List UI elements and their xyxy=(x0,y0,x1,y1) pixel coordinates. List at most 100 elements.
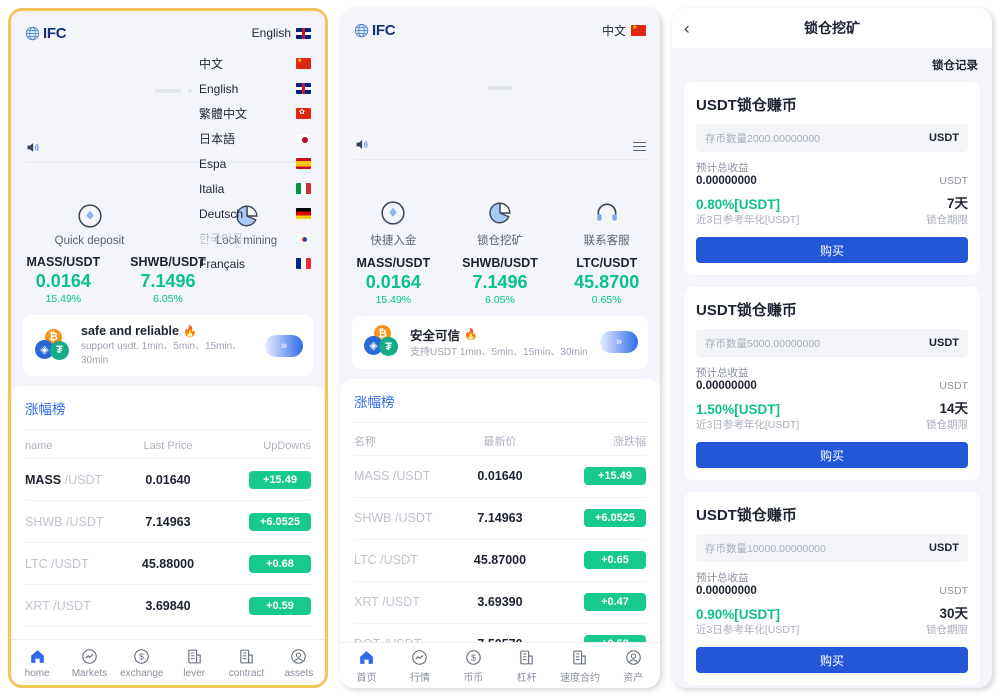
coin-cluster-icon: ₿ ◈ ₮ xyxy=(362,325,402,359)
buy-button[interactable]: 购买 xyxy=(696,442,968,468)
ticker-item[interactable]: SHWB/USDT 7.1496 6.05% xyxy=(447,256,554,306)
quick-action-deposit[interactable]: 快捷入金 xyxy=(340,198,447,248)
bottom-navigation: home Markets $ exchange lever contract a… xyxy=(11,639,325,685)
table-row[interactable]: MASS /USDT 0.01640 +15.49 xyxy=(25,458,311,500)
language-option-label: Espa xyxy=(199,156,227,171)
quick-action-support[interactable]: 联系客服 xyxy=(553,198,660,248)
svg-text:$: $ xyxy=(471,652,476,662)
pie-chart-icon xyxy=(447,198,554,228)
cn-flag-icon xyxy=(296,57,311,69)
ticker-pair: MASS/USDT xyxy=(356,256,431,270)
ticker-item[interactable]: MASS/USDT 0.0164 15.49% xyxy=(340,256,447,306)
promo-banner[interactable]: ₿ ◈ ₮ 安全可信 🔥 支持USDT 1min、5min、15min、30mi… xyxy=(352,316,648,369)
dollar-circle-icon: $ xyxy=(116,647,168,666)
language-option-ko[interactable]: 한국어공 xyxy=(193,226,311,251)
nav-item-home[interactable]: home xyxy=(11,647,63,679)
promo-banner-cta[interactable]: » xyxy=(600,331,638,354)
language-selector[interactable]: English xyxy=(252,26,311,40)
language-option-en[interactable]: English xyxy=(193,76,311,101)
table-row[interactable]: SHWB /USDT 7.14963 +6.0525 xyxy=(25,500,311,542)
nav-item-markets[interactable]: 行情 xyxy=(393,648,446,684)
home-icon xyxy=(11,647,63,666)
nav-label: lever xyxy=(183,667,205,679)
nav-item-home[interactable]: 首页 xyxy=(340,648,393,684)
user-circle-icon xyxy=(273,647,325,666)
tether-icon: ₮ xyxy=(379,337,398,357)
nav-item-markets[interactable]: Markets xyxy=(63,647,115,679)
nav-item-assets[interactable]: 资产 xyxy=(607,648,660,684)
term-note: 锁仓期限 xyxy=(926,419,968,431)
ticker-change: 6.05% xyxy=(485,294,515,306)
language-option-it[interactable]: Italia xyxy=(193,176,311,201)
language-option-es[interactable]: Espa xyxy=(193,151,311,176)
ticker-pair: MASS/USDT xyxy=(26,255,101,269)
mining-cards-scroll[interactable]: USDT锁仓赚币 存币数量2000.00000000 USDT 预计总收益 0.… xyxy=(672,82,992,688)
rate-block: 1.50%[USDT] 近3日参考年化[USDT] xyxy=(696,402,799,432)
language-option-zh-hant[interactable]: 繁體中文 xyxy=(193,101,311,126)
ticker-item[interactable]: LTC/USDT 45.8700 0.65% xyxy=(553,256,660,306)
table-row[interactable]: LTC /USDT 45.88000 +0.68 xyxy=(25,542,311,584)
amount-input[interactable]: 存币数量5000.00000000 USDT xyxy=(696,329,968,357)
hk-flag-icon xyxy=(296,108,311,119)
table-row[interactable]: MASS /USDT 0.01640 +15.49 xyxy=(354,454,646,497)
carousel-indicator xyxy=(487,86,513,90)
mining-cards-list: USDT锁仓赚币 存币数量2000.00000000 USDT 预计总收益 0.… xyxy=(672,82,992,688)
cn-flag-icon xyxy=(631,24,646,36)
row-symbol: XRT /USDT xyxy=(354,595,451,609)
symbol-base: SHWB xyxy=(25,514,63,529)
lock-records-link[interactable]: 锁仓记录 xyxy=(932,57,978,73)
amount-input[interactable]: 存币数量2000.00000000 USDT xyxy=(696,124,968,152)
nav-item-lever[interactable]: lever xyxy=(168,647,220,679)
language-option-zh[interactable]: 中文 xyxy=(193,51,311,76)
quick-action-lock-mining[interactable]: 锁仓挖矿 xyxy=(447,198,554,248)
ticker-change: 0.65% xyxy=(591,294,622,306)
nav-label: 杠杆 xyxy=(516,672,537,684)
promo-banner-cta[interactable]: » xyxy=(265,334,303,357)
language-selector[interactable]: 中文 xyxy=(602,22,646,39)
language-option-ja[interactable]: 日本語 xyxy=(193,126,311,151)
language-option-de[interactable]: Deutsch xyxy=(193,201,311,226)
hamburger-icon[interactable] xyxy=(633,141,646,152)
ticker-change: 15.49% xyxy=(45,293,82,305)
chevron-left-icon[interactable]: ‹ xyxy=(684,20,690,37)
speaker-icon[interactable] xyxy=(25,140,40,160)
buy-button[interactable]: 购买 xyxy=(696,237,968,263)
speaker-icon[interactable] xyxy=(354,137,369,157)
table-row[interactable]: XRT /USDT 3.69840 +0.59 xyxy=(25,584,311,626)
ticker-price: 7.1496 xyxy=(472,272,528,292)
nav-item-contract[interactable]: contract xyxy=(220,647,272,679)
table-row[interactable]: LTC /USDT 45.87000 +0.65 xyxy=(354,538,646,581)
est-total-unit: USDT xyxy=(939,175,968,187)
nav-label: 速度合约 xyxy=(559,672,600,684)
rate-term-row: 0.80%[USDT] 近3日参考年化[USDT] 7天 锁仓期限 xyxy=(696,192,968,227)
announcement-bar xyxy=(354,134,646,160)
market-card-title: 涨幅榜 xyxy=(25,386,311,430)
globe-icon xyxy=(25,26,40,41)
nav-item-contract[interactable]: 速度合约 xyxy=(553,648,606,684)
hero-section: IFC 中文 xyxy=(340,8,660,188)
panel-english-home: IFC English 中文 English 繁體中文 xyxy=(8,8,328,688)
language-option-fr[interactable]: Français xyxy=(193,251,311,276)
quick-action-deposit[interactable]: Quick deposit xyxy=(11,201,168,247)
nav-item-lever[interactable]: 杠杆 xyxy=(500,648,553,684)
nav-item-exchange[interactable]: $ exchange xyxy=(116,647,168,679)
svg-text:$: $ xyxy=(139,651,144,661)
nav-item-assets[interactable]: assets xyxy=(273,647,325,679)
symbol-quote: /USDT xyxy=(64,472,103,487)
app-header: IFC 中文 xyxy=(354,18,646,42)
promo-banner[interactable]: ₿ ◈ ₮ safe and reliable 🔥 support usdt. … xyxy=(23,315,313,376)
trend-circle-icon xyxy=(63,647,115,666)
ticker-item[interactable]: MASS/USDT 0.0164 15.49% xyxy=(11,255,116,305)
change-badge: +15.49 xyxy=(248,470,311,489)
amount-input[interactable]: 存币数量10000.00000000 USDT xyxy=(696,534,968,562)
table-row[interactable]: SHWB /USDT 7.14963 +6.0525 xyxy=(354,496,646,539)
jp-flag-icon xyxy=(296,133,311,144)
quick-action-label: 快捷入金 xyxy=(370,235,417,247)
promo-banner-subtitle: 支持USDT 1min、5min、15min、30min xyxy=(410,347,588,358)
fr-flag-icon xyxy=(296,258,311,269)
table-row[interactable]: XRT /USDT 3.69390 +0.47 xyxy=(354,580,646,623)
buy-button[interactable]: 购买 xyxy=(696,647,968,673)
language-dropdown[interactable]: 中文 English 繁體中文 日本語 Espa xyxy=(193,51,311,276)
nav-item-exchange[interactable]: $ 币币 xyxy=(447,648,500,684)
mining-product-card: USDT锁仓赚币 存币数量5000.00000000 USDT 预计总收益 0.… xyxy=(684,287,980,480)
